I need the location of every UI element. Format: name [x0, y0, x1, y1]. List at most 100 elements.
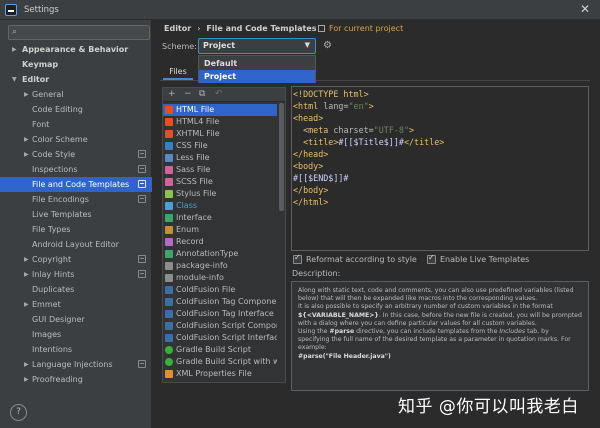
gear-icon[interactable]: ⚙ [323, 40, 332, 51]
template-list-item[interactable]: Enum [163, 224, 277, 236]
settings-search[interactable]: ⌕ [8, 25, 150, 40]
live-templates-checkbox[interactable] [427, 253, 436, 264]
close-icon[interactable]: ✕ [580, 2, 590, 16]
code-token: <meta [303, 125, 334, 135]
scheme-dropdown[interactable]: Project ▼ [198, 38, 316, 54]
template-list-item[interactable]: Gradle Build Script [163, 344, 277, 356]
template-name: Less File [176, 153, 210, 162]
sidebar-item[interactable]: Font [0, 117, 152, 132]
chevron-right-icon[interactable]: ▶ [24, 252, 29, 267]
template-list-item[interactable]: Class [163, 200, 277, 212]
sidebar-item[interactable]: ▼ Editor [0, 72, 152, 87]
code-token: </html> [293, 197, 329, 207]
sidebar-item[interactable]: Code Editing [0, 102, 152, 117]
file-type-icon [165, 130, 173, 138]
template-name: Stylus File [176, 189, 217, 198]
template-list-item[interactable]: AnnotationType [163, 248, 277, 260]
reformat-label: Reformat according to style [306, 255, 417, 264]
sidebar-item[interactable]: Android Layout Editor [0, 237, 152, 252]
project-scope-icon [138, 150, 146, 158]
template-list-item[interactable]: ColdFusion File [163, 284, 277, 296]
file-type-icon [165, 286, 173, 294]
template-list-item[interactable]: Record [163, 236, 277, 248]
sidebar-item[interactable]: ▶ Inlay Hints [0, 267, 152, 282]
template-list-item[interactable]: ColdFusion Tag Component [163, 296, 277, 308]
help-button[interactable]: ? [10, 404, 27, 421]
sidebar-item[interactable]: File Encodings [0, 192, 152, 207]
template-list-item[interactable]: Interface [163, 212, 277, 224]
chevron-right-icon[interactable]: ▶ [12, 42, 17, 57]
chevron-right-icon[interactable]: ▶ [24, 87, 29, 102]
template-list-item[interactable]: Sass File [163, 164, 277, 176]
template-list-item[interactable]: package-info [163, 260, 277, 272]
for-current-project-label: For current project [329, 24, 404, 33]
search-input[interactable] [23, 27, 143, 38]
reset-template-button[interactable]: ↶ [215, 88, 223, 101]
sidebar-item[interactable]: File and Code Templates [0, 177, 152, 192]
code-token: "en" [348, 101, 369, 111]
sidebar-item[interactable]: ▶ General [0, 87, 152, 102]
sidebar-item[interactable]: ▶ Color Scheme [0, 132, 152, 147]
sidebar-item-label: Inspections [32, 165, 78, 174]
copy-template-button[interactable]: ⧉ [199, 88, 205, 101]
chevron-right-icon[interactable]: ▶ [24, 267, 29, 282]
sidebar-item[interactable]: File Types [0, 222, 152, 237]
chevron-right-icon[interactable]: ▶ [24, 297, 29, 312]
sidebar-item[interactable]: Inspections [0, 162, 152, 177]
template-list-item[interactable]: ColdFusion Script Component [163, 320, 277, 332]
sidebar-item[interactable]: ▶ Copyright [0, 252, 152, 267]
chevron-down-icon: ▼ [304, 41, 310, 49]
sidebar-item[interactable]: Live Templates [0, 207, 152, 222]
tab-files[interactable]: Files [163, 64, 193, 80]
sidebar-item[interactable]: Images [0, 327, 152, 342]
template-list-item[interactable]: module-info [163, 272, 277, 284]
sidebar-item-label: General [32, 90, 64, 99]
sidebar-item[interactable]: ▶ Code Style [0, 147, 152, 162]
code-line: <html lang="en"> [293, 100, 587, 112]
template-list-item[interactable]: XML Properties File [163, 368, 277, 380]
code-line: #[[$END$]]# [293, 172, 587, 184]
sidebar-item[interactable]: ▶ Language Injections [0, 357, 152, 372]
template-list-item[interactable]: ColdFusion Tag Interface [163, 308, 277, 320]
sidebar-item-label: Live Templates [32, 210, 92, 219]
sidebar-item-label: File Types [32, 225, 71, 234]
template-list-item[interactable]: Gradle Build Script with wrapper [163, 356, 277, 368]
reformat-checkbox[interactable] [293, 253, 302, 264]
project-scope-icon [138, 255, 146, 263]
code-token: </body> [293, 185, 329, 195]
remove-template-button[interactable]: − [184, 88, 192, 101]
scheme-option-project[interactable]: Project [199, 70, 315, 83]
template-list-item[interactable]: Less File [163, 152, 277, 164]
sidebar-item[interactable]: Duplicates [0, 282, 152, 297]
chevron-down-icon[interactable]: ▼ [12, 72, 17, 87]
template-list-item[interactable]: CSS File [163, 140, 277, 152]
template-list-scrollbar[interactable] [279, 103, 284, 211]
template-list-item[interactable]: XHTML File [163, 128, 277, 140]
scheme-option-default[interactable]: Default [199, 57, 315, 70]
sidebar-item-label: Color Scheme [32, 135, 88, 144]
template-list-item[interactable]: HTML4 File [163, 116, 277, 128]
sidebar-item-label: Keymap [22, 60, 59, 69]
sidebar-item[interactable]: ▶ Proofreading [0, 372, 152, 387]
chevron-right-icon[interactable]: ▶ [24, 147, 29, 162]
sidebar-item-label: File and Code Templates [32, 180, 130, 189]
sidebar-item[interactable]: ▶ Emmet [0, 297, 152, 312]
chevron-right-icon[interactable]: ▶ [24, 372, 29, 387]
template-list-item[interactable]: ColdFusion Script Interface [163, 332, 277, 344]
code-token: </head> [293, 149, 329, 159]
chevron-right-icon[interactable]: ▶ [24, 357, 29, 372]
add-template-button[interactable]: + [168, 88, 176, 101]
sidebar-item[interactable]: Intentions [0, 342, 152, 357]
template-list-item[interactable]: SCSS File [163, 176, 277, 188]
settings-sidebar: ⌕ ▶ Appearance & Behavior Keymap ▼ Editor ▶ Ge… [0, 20, 152, 428]
template-name: XHTML File [176, 129, 220, 138]
app-icon [5, 4, 17, 16]
chevron-right-icon[interactable]: ▶ [24, 132, 29, 147]
template-code-editor[interactable]: <!DOCTYPE html> <html lang="en"> <head> <m… [291, 86, 589, 251]
sidebar-item[interactable]: ▶ Appearance & Behavior [0, 42, 152, 57]
sidebar-item[interactable]: Keymap [0, 57, 152, 72]
template-list-item[interactable]: HTML File [163, 104, 277, 116]
template-list-item[interactable]: Stylus File [163, 188, 277, 200]
template-name: package-info [176, 261, 228, 270]
sidebar-item[interactable]: GUI Designer [0, 312, 152, 327]
